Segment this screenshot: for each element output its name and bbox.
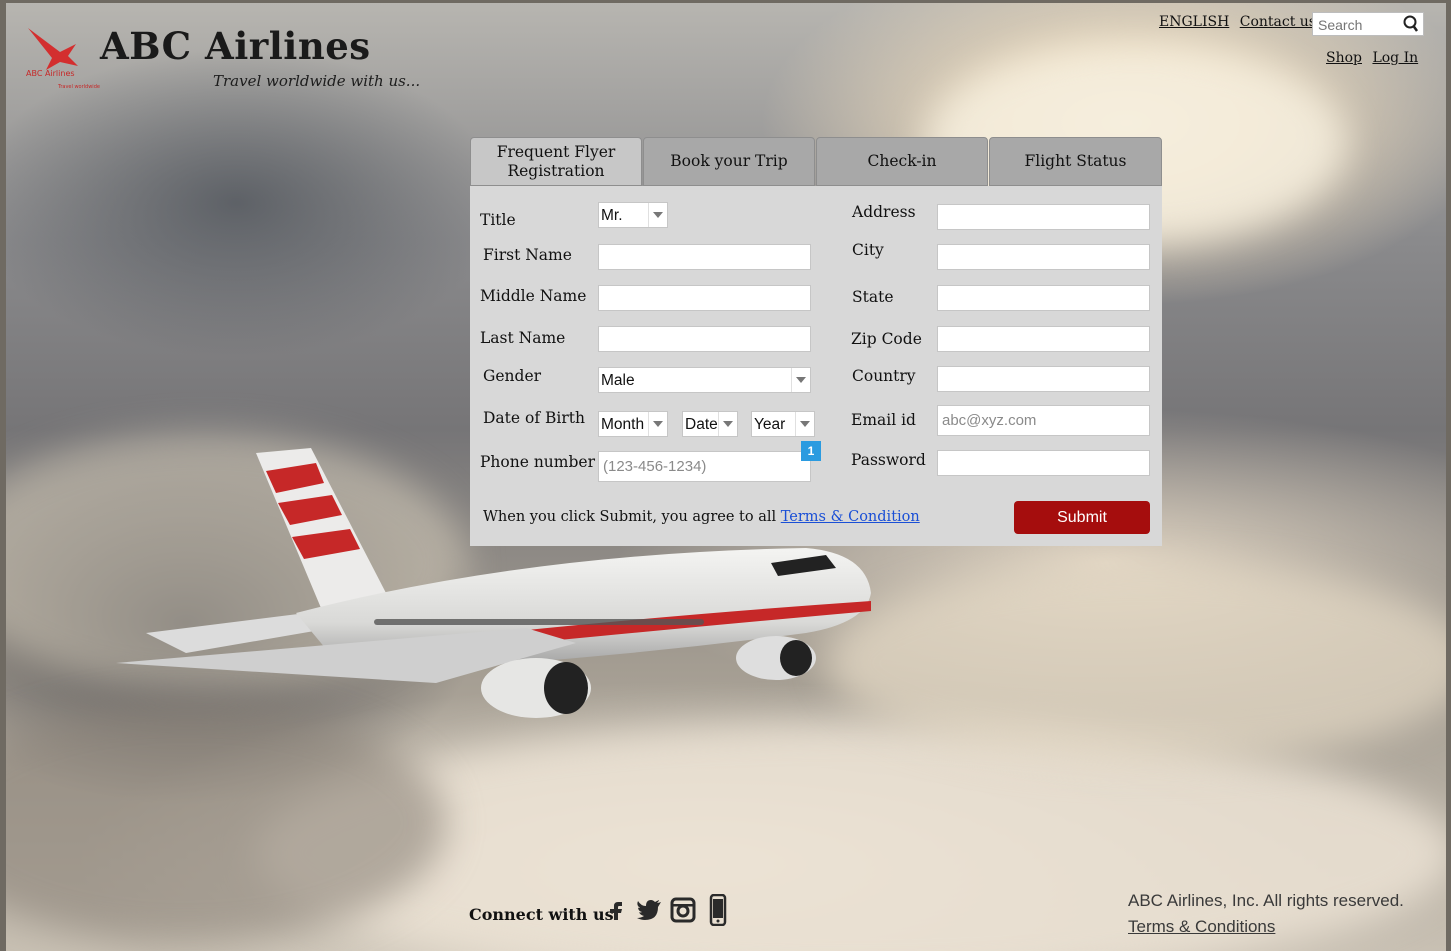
chevron-down-icon (718, 412, 737, 436)
dob-year-value: Year (754, 416, 786, 433)
country-label: Country (852, 367, 916, 385)
password-label: Password (851, 451, 926, 469)
city-label: City (852, 241, 884, 259)
email-input[interactable] (937, 405, 1150, 436)
connect-with-us-label: Connect with us (469, 905, 614, 924)
instagram-icon[interactable] (669, 893, 697, 927)
sub-links: Shop Log In (1326, 50, 1424, 66)
terms-conditions-link[interactable]: Terms & Conditions (1128, 917, 1275, 937)
city-input[interactable] (937, 244, 1150, 270)
search-box (1312, 12, 1424, 36)
last-name-label: Last Name (480, 329, 566, 347)
field-counter-badge: 1 (801, 441, 821, 461)
terms-condition-link[interactable]: Terms & Condition (781, 509, 920, 525)
middle-name-input[interactable] (598, 285, 811, 311)
last-name-input[interactable] (598, 326, 811, 352)
top-links: ENGLISH Contact us (1159, 14, 1322, 30)
zip-code-label: Zip Code (851, 330, 922, 348)
password-input[interactable] (937, 450, 1150, 476)
gender-select-value: Male (601, 372, 635, 389)
title-select[interactable]: Mr. (598, 202, 668, 228)
state-label: State (852, 288, 894, 306)
facebook-icon[interactable] (602, 893, 630, 927)
address-input[interactable] (937, 204, 1150, 230)
twitter-icon[interactable] (635, 893, 663, 927)
address-label: Address (852, 203, 916, 221)
form-tabs: Frequent Flyer Registration Book your Tri… (470, 137, 1162, 186)
chevron-down-icon (648, 412, 667, 436)
first-name-label: First Name (483, 246, 572, 264)
submit-button[interactable]: Submit (1014, 501, 1150, 534)
dob-month-value: Month (601, 416, 645, 433)
terms-agreement-text: When you click Submit, you agree to all … (483, 509, 920, 525)
title-select-value: Mr. (601, 207, 623, 224)
chevron-down-icon (795, 412, 814, 436)
mobile-icon[interactable] (704, 893, 732, 927)
tab-label-line1: Frequent Flyer (496, 142, 616, 161)
dob-date-value: Date (685, 416, 718, 433)
gender-select[interactable]: Male (598, 367, 811, 393)
agree-text: When you click Submit, you agree to all (483, 509, 781, 525)
title-label: Title (480, 211, 516, 229)
brand-title: ABC Airlines (100, 24, 371, 68)
dob-date-select[interactable]: Date (682, 411, 738, 437)
zip-code-input[interactable] (937, 326, 1150, 352)
email-label: Email id (851, 411, 916, 429)
dob-month-select[interactable]: Month (598, 411, 668, 437)
dob-label: Date of Birth (483, 409, 585, 427)
search-input[interactable] (1316, 14, 1406, 36)
search-icon[interactable] (1402, 15, 1420, 33)
language-link[interactable]: ENGLISH (1159, 14, 1229, 30)
tab-check-in[interactable]: Check-in (816, 137, 988, 186)
tab-book-your-trip[interactable]: Book your Trip (643, 137, 815, 186)
svg-text:ABC Airlines: ABC Airlines (26, 69, 75, 78)
phone-input[interactable] (598, 451, 811, 482)
shop-link[interactable]: Shop (1326, 50, 1362, 66)
first-name-input[interactable] (598, 244, 811, 270)
brand-tagline: Travel worldwide with us... (213, 72, 421, 90)
dob-year-select[interactable]: Year (751, 411, 815, 437)
chevron-down-icon (648, 203, 667, 227)
gender-label: Gender (483, 367, 542, 385)
chevron-down-icon (791, 368, 810, 392)
tab-frequent-flyer-registration[interactable]: Frequent Flyer Registration (470, 137, 642, 186)
tab-flight-status[interactable]: Flight Status (989, 137, 1162, 186)
state-input[interactable] (937, 285, 1150, 311)
country-input[interactable] (937, 366, 1150, 392)
login-link[interactable]: Log In (1372, 50, 1418, 66)
phone-label: Phone number (480, 453, 595, 471)
contact-us-link[interactable]: Contact us (1240, 14, 1316, 30)
tab-label-line2: Registration (507, 161, 605, 180)
middle-name-label: Middle Name (480, 287, 587, 305)
copyright-text: ABC Airlines, Inc. All rights reserved. (1128, 891, 1404, 910)
svg-text:Travel worldwide: Travel worldwide (57, 84, 100, 90)
